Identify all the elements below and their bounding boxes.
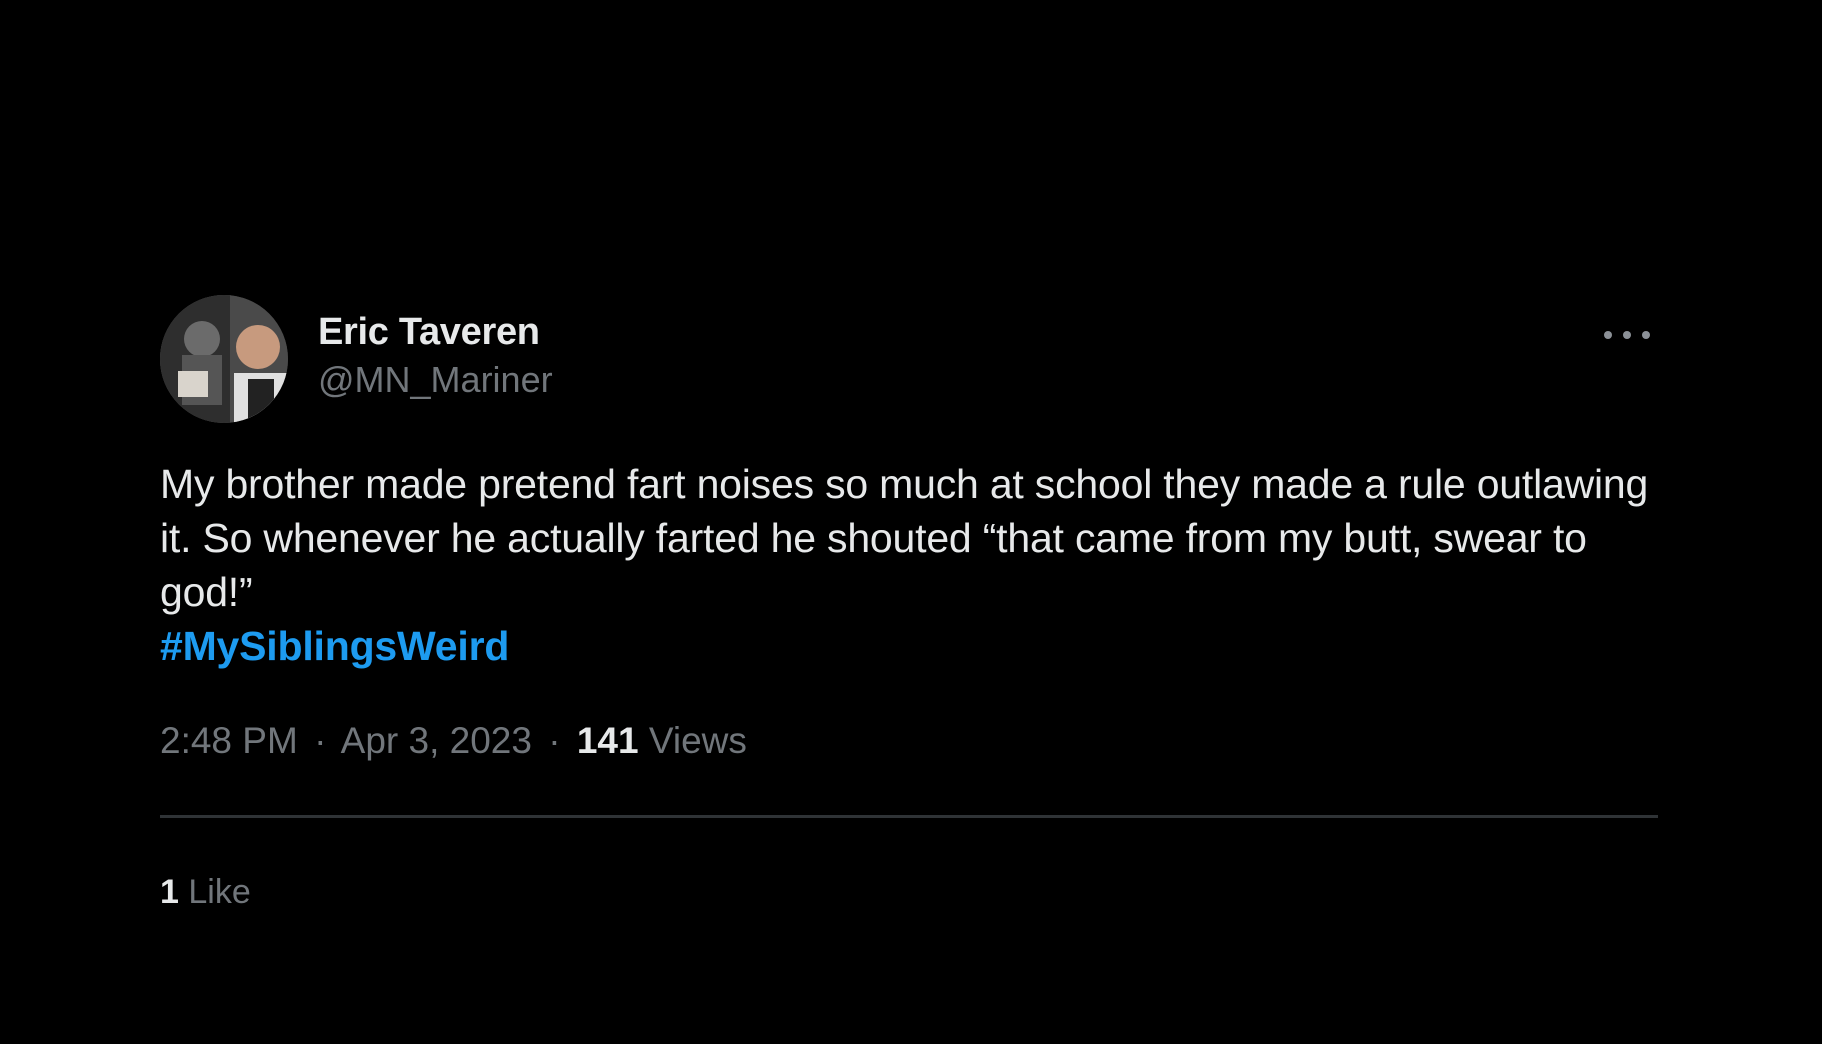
meta-separator: · [548,720,561,761]
tweet-text-content: My brother made pretend fart noises so m… [160,461,1649,615]
tweet-header: Eric Taveren @MN_Mariner [160,295,1660,425]
meta-separator: · [314,720,327,761]
more-dot [1642,331,1650,339]
author-names: Eric Taveren @MN_Mariner [318,309,553,405]
divider [160,815,1658,818]
likes-count: 1 [160,873,179,911]
author-handle[interactable]: @MN_Mariner [318,355,553,405]
more-horizontal-icon[interactable] [1604,325,1650,345]
tweet-time[interactable]: 2:48 PM [160,720,298,761]
more-dot [1604,331,1612,339]
likes-label: Like [188,873,251,911]
author-display-name[interactable]: Eric Taveren [318,309,553,355]
views-label: Views [648,720,747,761]
tweet-card: Eric Taveren @MN_Mariner My brother made… [160,295,1660,914]
tweet-text: My brother made pretend fart noises so m… [160,457,1660,673]
views-count: 141 [576,720,639,761]
avatar[interactable] [160,295,288,423]
hashtag-link[interactable]: #MySiblingsWeird [160,619,1660,673]
tweet-meta: 2:48 PM · Apr 3, 2023 · 141 Views [160,717,1660,765]
more-dot [1623,331,1631,339]
likes-stat[interactable]: 1 Like [160,870,1660,914]
tweet-date[interactable]: Apr 3, 2023 [341,720,532,761]
